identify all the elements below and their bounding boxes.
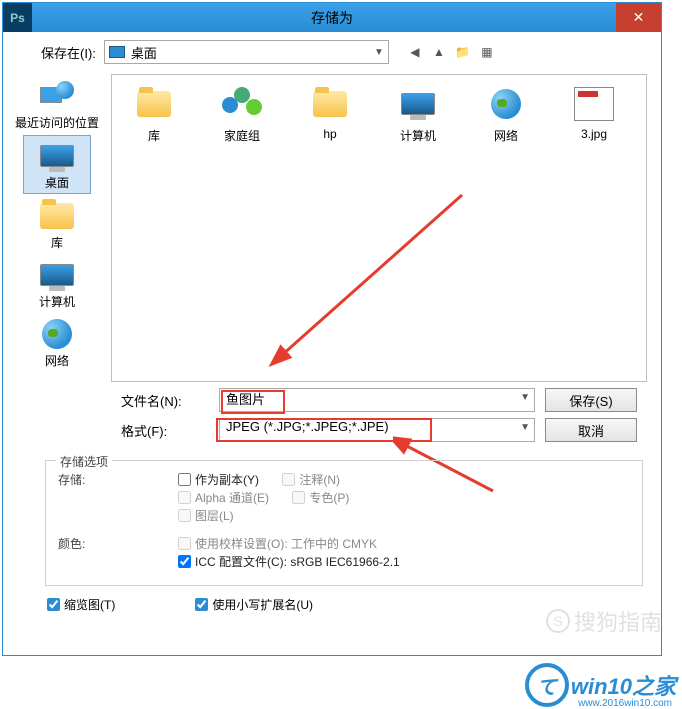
storage-label: 存储: [58, 471, 112, 525]
main-area: 最近访问的位置 桌面 库 计算机 网络 库 [3, 68, 661, 382]
filename-label: 文件名(N): [121, 391, 209, 410]
window-title: 存储为 [311, 8, 353, 28]
location-row: 保存在(I): 桌面 ▼ ◀ ▲ 📁 ▦ [3, 32, 661, 68]
close-button[interactable]: ✕ [616, 3, 661, 32]
chevron-down-icon: ▼ [520, 392, 530, 403]
layers-checkbox: 图层(L) [178, 507, 234, 524]
up-icon[interactable]: ▲ [429, 42, 449, 62]
new-folder-icon[interactable]: 📁 [453, 42, 473, 62]
app-icon: Ps [3, 3, 32, 32]
watermark-win10: て win10之家 www.2016win10.com [525, 663, 676, 707]
file-item-computer[interactable]: 计算机 [388, 85, 448, 144]
back-icon[interactable]: ◀ [405, 42, 425, 62]
thumbnail-checkbox[interactable]: 缩览图(T) [47, 596, 115, 613]
chevron-down-icon: ▼ [520, 422, 530, 433]
spot-checkbox: 专色(P) [292, 489, 349, 506]
annotations-checkbox: 注释(N) [282, 471, 340, 488]
alpha-checkbox: Alpha 通道(E) [178, 489, 269, 506]
file-item-hp[interactable]: hp [300, 85, 360, 141]
format-label: 格式(F): [121, 421, 209, 440]
location-combo[interactable]: 桌面 ▼ [104, 40, 389, 64]
location-text: 桌面 [131, 43, 374, 62]
watermark-sogou: S搜狗指南 [546, 605, 662, 637]
cancel-button[interactable]: 取消 [545, 418, 637, 442]
view-icon[interactable]: ▦ [477, 42, 497, 62]
format-combo[interactable]: JPEG (*.JPG;*.JPEG;*.JPE) ▼ [219, 418, 535, 442]
storage-options-header: 存储选项 [56, 453, 112, 470]
annotation-arrow-1 [262, 175, 482, 375]
filename-input[interactable]: 鱼图片 ▼ [219, 388, 535, 412]
storage-options-group: 存储选项 存储: 作为副本(Y) 注释(N) Alpha 通道(E) 专色(P)… [45, 460, 643, 586]
icc-checkbox[interactable]: ICC 配置文件(C): sRGB IEC61966-2.1 [178, 553, 400, 570]
color-label: 颜色: [58, 535, 112, 571]
sidebar-item-computer[interactable]: 计算机 [23, 255, 91, 312]
sidebar-item-network[interactable]: 网络 [23, 314, 91, 371]
chevron-down-icon: ▼ [374, 47, 384, 58]
sidebar-item-recent[interactable]: 最近访问的位置 [23, 76, 91, 133]
file-list[interactable]: 库 家庭组 hp 计算机 网络 3.jpg [111, 74, 647, 382]
filename-row: 文件名(N): 鱼图片 ▼ 保存(S) [121, 388, 649, 412]
titlebar: Ps 存储为 ✕ [3, 3, 661, 32]
desktop-icon [109, 46, 125, 58]
nav-icons: ◀ ▲ 📁 ▦ [405, 42, 497, 62]
save-as-dialog: Ps 存储为 ✕ 保存在(I): 桌面 ▼ ◀ ▲ 📁 ▦ 最近访问的位置 桌面 [2, 2, 662, 656]
format-row: 格式(F): JPEG (*.JPG;*.JPEG;*.JPE) ▼ 取消 [121, 418, 649, 442]
file-item-network[interactable]: 网络 [476, 85, 536, 144]
file-item-3jpg[interactable]: 3.jpg [564, 85, 624, 141]
as-copy-checkbox[interactable]: 作为副本(Y) [178, 471, 259, 488]
save-in-label: 保存在(I): [41, 43, 96, 62]
sidebar-item-library[interactable]: 库 [23, 196, 91, 253]
save-button[interactable]: 保存(S) [545, 388, 637, 412]
places-sidebar: 最近访问的位置 桌面 库 计算机 网络 [3, 68, 111, 382]
proof-checkbox: 使用校样设置(O): 工作中的 CMYK [178, 535, 377, 552]
file-item-homegroup[interactable]: 家庭组 [212, 85, 272, 144]
sidebar-item-desktop[interactable]: 桌面 [23, 135, 91, 194]
file-item-library[interactable]: 库 [124, 85, 184, 144]
lowercase-checkbox[interactable]: 使用小写扩展名(U) [195, 596, 313, 613]
